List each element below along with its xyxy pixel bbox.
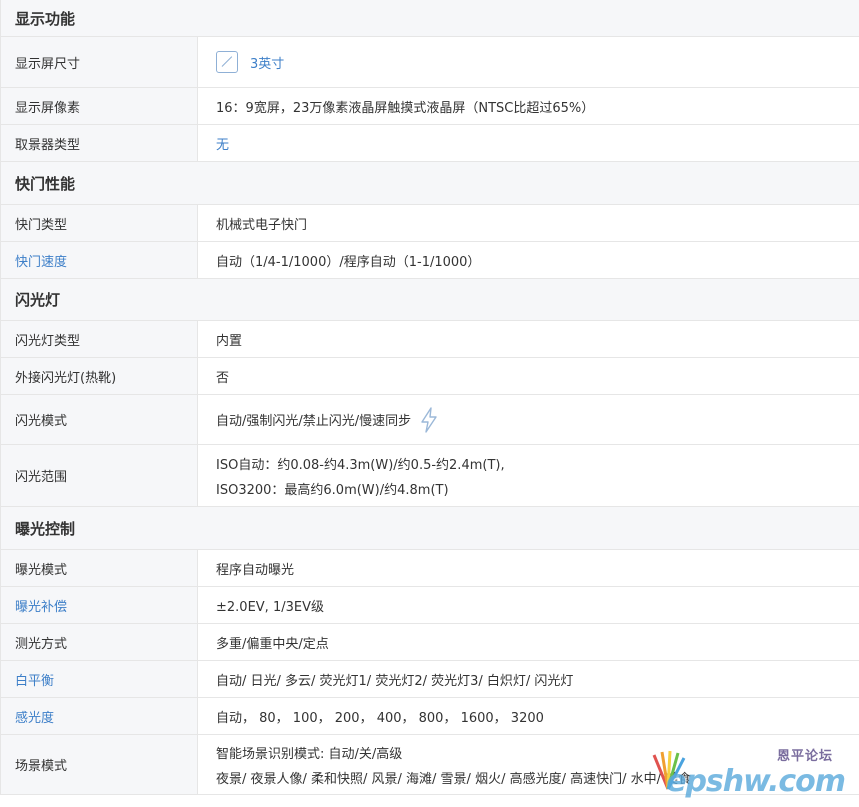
section-header-shutter: 快门性能 bbox=[1, 162, 859, 205]
spec-value-text: 自动/强制闪光/禁止闪光/慢速同步 bbox=[216, 414, 412, 429]
spec-value-link[interactable]: 无 bbox=[198, 125, 859, 161]
spec-label-link[interactable]: 感光度 bbox=[1, 698, 198, 734]
section-title: 显示功能 bbox=[15, 9, 76, 28]
spec-row-scene-mode: 场景模式 智能场景识别模式: 自动/关/高级 夜景/ 夜景人像/ 柔和快照/ 风… bbox=[1, 735, 859, 795]
spec-row-flash-mode: 闪光模式 自动/强制闪光/禁止闪光/慢速同步 bbox=[1, 395, 859, 445]
spec-value-line: 夜景/ 夜景人像/ 柔和快照/ 风景/ 海滩/ 雪景/ 烟火/ 高感光度/ 高速… bbox=[216, 771, 692, 787]
spec-row-exposure-mode: 曝光模式 程序自动曝光 bbox=[1, 550, 859, 587]
spec-row-iso: 感光度 自动， 80， 100， 200， 400， 800， 1600， 32… bbox=[1, 698, 859, 735]
spec-value-line: 智能场景识别模式: 自动/关/高级 bbox=[216, 746, 403, 762]
spec-label: 测光方式 bbox=[1, 624, 198, 660]
spec-row-external-flash: 外接闪光灯(热靴) 否 bbox=[1, 358, 859, 395]
spec-value[interactable]: 3英寸 bbox=[198, 37, 859, 87]
spec-row-exposure-compensation: 曝光补偿 ±2.0EV, 1/3EV级 bbox=[1, 587, 859, 624]
spec-row-flash-type: 闪光灯类型 内置 bbox=[1, 321, 859, 358]
spec-value: ±2.0EV, 1/3EV级 bbox=[216, 599, 324, 615]
spec-row-screen-size: 显示屏尺寸 3英寸 bbox=[1, 37, 859, 88]
spec-value-line: ISO自动：约0.08-约4.3m(W)/约0.5-约2.4m(T), bbox=[216, 457, 505, 473]
spec-row-metering: 测光方式 多重/偏重中央/定点 bbox=[1, 624, 859, 661]
screen-size-icon bbox=[216, 51, 238, 73]
section-title: 闪光灯 bbox=[15, 291, 61, 309]
spec-value: 自动， 80， 100， 200， 400， 800， 1600， 3200 bbox=[216, 710, 544, 726]
section-title: 曝光控制 bbox=[15, 519, 76, 538]
spec-value: 多重/偏重中央/定点 bbox=[216, 636, 329, 652]
section-header-display: 显示功能 bbox=[1, 0, 859, 37]
spec-value: 自动（1/4-1/1000）/程序自动（1-1/1000） bbox=[216, 254, 481, 270]
spec-label-link[interactable]: 曝光补偿 bbox=[1, 587, 198, 623]
spec-label: 闪光灯类型 bbox=[1, 321, 198, 357]
spec-label: 外接闪光灯(热靴) bbox=[1, 358, 198, 394]
spec-label: 场景模式 bbox=[1, 735, 198, 794]
spec-label: 显示屏像素 bbox=[1, 88, 198, 124]
spec-label: 闪光模式 bbox=[1, 395, 198, 444]
spec-value: 机械式电子快门 bbox=[216, 217, 308, 233]
spec-value: 否 bbox=[216, 370, 230, 386]
spec-value: 程序自动曝光 bbox=[216, 562, 295, 578]
spec-label: 闪光范围 bbox=[1, 445, 198, 506]
spec-label: 显示屏尺寸 bbox=[1, 37, 198, 87]
spec-row-viewfinder: 取景器类型 无 bbox=[1, 125, 859, 162]
spec-label: 取景器类型 bbox=[1, 125, 198, 161]
spec-value: 智能场景识别模式: 自动/关/高级 夜景/ 夜景人像/ 柔和快照/ 风景/ 海滩… bbox=[198, 735, 859, 794]
section-header-exposure: 曝光控制 bbox=[1, 507, 859, 550]
spec-value: 内置 bbox=[216, 333, 243, 349]
spec-label: 曝光模式 bbox=[1, 550, 198, 586]
section-title: 快门性能 bbox=[15, 174, 76, 193]
spec-value-text[interactable]: 3英寸 bbox=[250, 53, 284, 72]
spec-row-flash-range: 闪光范围 ISO自动：约0.08-约4.3m(W)/约0.5-约2.4m(T),… bbox=[1, 445, 859, 507]
spec-value: ISO自动：约0.08-约4.3m(W)/约0.5-约2.4m(T), ISO3… bbox=[198, 445, 859, 506]
spec-row-white-balance: 白平衡 自动/ 日光/ 多云/ 荧光灯1/ 荧光灯2/ 荧光灯3/ 白炽灯/ 闪… bbox=[1, 661, 859, 698]
spec-label-link[interactable]: 白平衡 bbox=[1, 661, 198, 697]
spec-value: 16：9宽屏，23万像素液晶屏触摸式液晶屏（NTSC比超过65%） bbox=[216, 100, 595, 116]
spec-value: 自动/强制闪光/禁止闪光/慢速同步 bbox=[198, 395, 859, 444]
section-header-flash: 闪光灯 bbox=[1, 279, 859, 321]
spec-row-shutter-speed: 快门速度 自动（1/4-1/1000）/程序自动（1-1/1000） bbox=[1, 242, 859, 279]
spec-label: 快门类型 bbox=[1, 205, 198, 241]
spec-value-line: ISO3200：最高约6.0m(W)/约4.8m(T) bbox=[216, 482, 449, 498]
spec-table: 显示功能 显示屏尺寸 3英寸 显示屏像素 16：9宽屏，23万像素液晶屏触摸式液… bbox=[0, 0, 859, 795]
flash-icon[interactable] bbox=[419, 406, 439, 433]
spec-value: 自动/ 日光/ 多云/ 荧光灯1/ 荧光灯2/ 荧光灯3/ 白炽灯/ 闪光灯 bbox=[216, 673, 574, 689]
spec-row-screen-pixels: 显示屏像素 16：9宽屏，23万像素液晶屏触摸式液晶屏（NTSC比超过65%） bbox=[1, 88, 859, 125]
spec-label-link[interactable]: 快门速度 bbox=[1, 242, 198, 278]
spec-row-shutter-type: 快门类型 机械式电子快门 bbox=[1, 205, 859, 242]
